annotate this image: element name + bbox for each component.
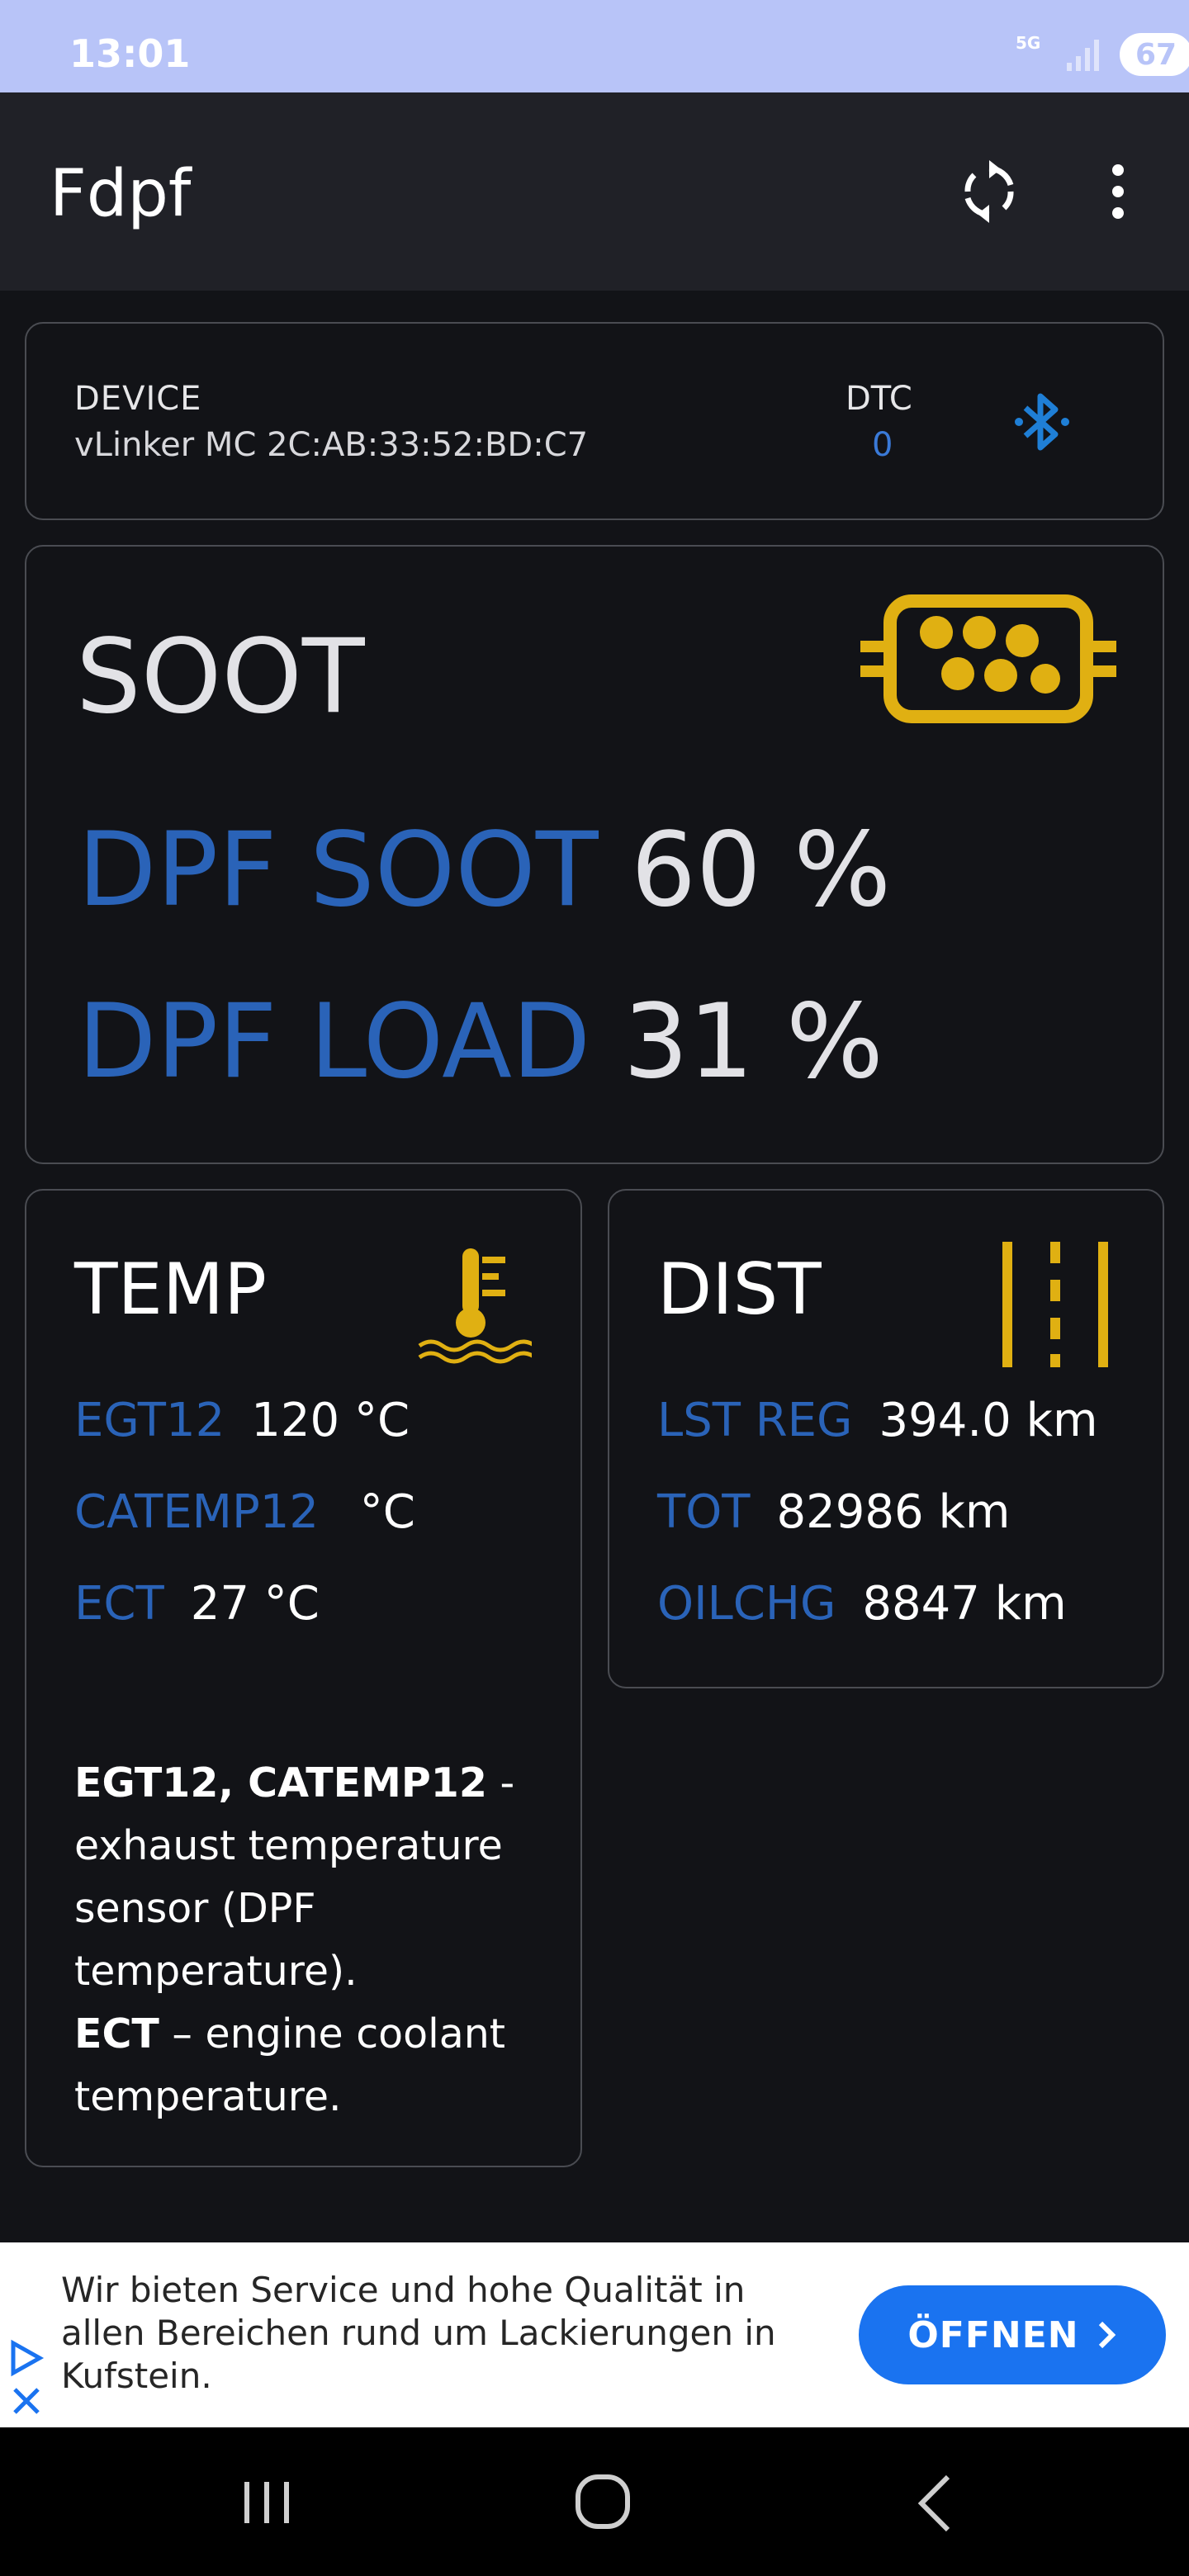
dist-title: DIST	[657, 1248, 822, 1331]
dpf-soot-row: DPF SOOT 60 %	[78, 811, 891, 930]
coolant-thermometer-icon	[418, 1248, 532, 1364]
ad-banner[interactable]: Wir bieten Service und hohe Qualität in …	[0, 2242, 1189, 2427]
temp-value: °C	[345, 1485, 415, 1539]
temp-value: 27 °C	[190, 1577, 320, 1631]
dist-key: OILCHG	[657, 1577, 836, 1631]
temp-value: 120 °C	[251, 1394, 410, 1447]
device-label: DEVICE	[74, 380, 202, 418]
dist-card: DIST LST REG 394.0 km TOT 82986 km OILCHG 8…	[608, 1189, 1164, 1688]
network-label: 5G	[1016, 33, 1041, 53]
dist-row-tot: TOT 82986 km	[657, 1485, 1010, 1539]
dpf-load-row: DPF LOAD 31 %	[78, 983, 883, 1101]
dpf-soot-value: 60	[631, 811, 761, 930]
temp-row-egt12: EGT12 120 °C	[74, 1394, 410, 1447]
back-icon[interactable]	[912, 2472, 958, 2535]
adchoices-icon[interactable]	[8, 2338, 45, 2421]
dpf-load-unit: %	[786, 983, 883, 1101]
navigation-bar	[0, 2427, 1189, 2576]
soot-title: SOOT	[76, 618, 365, 736]
dist-key: LST REG	[657, 1394, 853, 1447]
signal-icon	[1067, 40, 1099, 71]
dist-key: TOT	[657, 1485, 751, 1539]
device-card[interactable]: DEVICE vLinker MC 2C:AB:33:52:BD:C7 DTC …	[25, 322, 1164, 520]
sync-icon[interactable]	[956, 159, 1022, 225]
note-bold-1: EGT12, CATEMP12	[74, 1759, 487, 1807]
network-5g-icon: 5G	[1016, 33, 1054, 74]
dpf-filter-icon	[860, 594, 1116, 723]
temp-key: EGT12	[74, 1394, 225, 1447]
dist-row-oilchg: OILCHG 8847 km	[657, 1577, 1067, 1631]
battery-icon: 67	[1120, 33, 1189, 76]
dtc-value: 0	[872, 426, 893, 464]
device-value: vLinker MC 2C:AB:33:52:BD:C7	[74, 426, 589, 464]
dpf-load-value: 31	[623, 983, 754, 1101]
temp-note: EGT12, CATEMP12 - exhaust temperature se…	[74, 1752, 561, 2129]
app-title: Fdpf	[50, 157, 192, 231]
temp-row-catemp12: CATEMP12 °C	[74, 1485, 415, 1539]
dist-value: 394.0 km	[879, 1394, 1098, 1447]
ad-open-button[interactable]: ÖFFNEN	[859, 2285, 1166, 2384]
status-bar: 13:01 5G 67	[0, 0, 1189, 92]
dpf-soot-unit: %	[793, 811, 892, 930]
dist-row-lst-reg: LST REG 394.0 km	[657, 1394, 1098, 1447]
road-icon	[1002, 1242, 1108, 1367]
more-vert-icon[interactable]	[1101, 159, 1135, 225]
bluetooth-icon[interactable]	[1009, 385, 1075, 459]
ad-text[interactable]: Wir bieten Service und hohe Qualität in …	[61, 2269, 804, 2398]
dist-value: 8847 km	[862, 1577, 1067, 1631]
soot-card: SOOT DPF SOOT 60 % DPF LOAD 31 %	[25, 545, 1164, 1164]
dtc-label: DTC	[846, 380, 912, 418]
ad-button-label: ÖFFNEN	[907, 2313, 1079, 2356]
chevron-right-icon	[1098, 2321, 1116, 2349]
status-time: 13:01	[69, 31, 191, 76]
temp-key: CATEMP12	[74, 1485, 319, 1539]
note-bold-2: ECT	[74, 2010, 159, 2057]
temp-card: TEMP EGT12 120 °C CATEMP12 °C ECT 27 °C EG…	[25, 1189, 582, 2167]
dist-value: 82986 km	[776, 1485, 1011, 1539]
app-bar: Fdpf	[0, 92, 1189, 291]
home-icon[interactable]	[570, 2469, 636, 2535]
temp-key: ECT	[74, 1577, 164, 1631]
temp-row-ect: ECT 27 °C	[74, 1577, 320, 1631]
battery-level: 67	[1135, 37, 1177, 72]
temp-title: TEMP	[74, 1248, 267, 1331]
dpf-soot-label: DPF SOOT	[78, 811, 599, 930]
dpf-load-label: DPF LOAD	[78, 983, 591, 1101]
recent-apps-icon[interactable]	[238, 2474, 296, 2531]
